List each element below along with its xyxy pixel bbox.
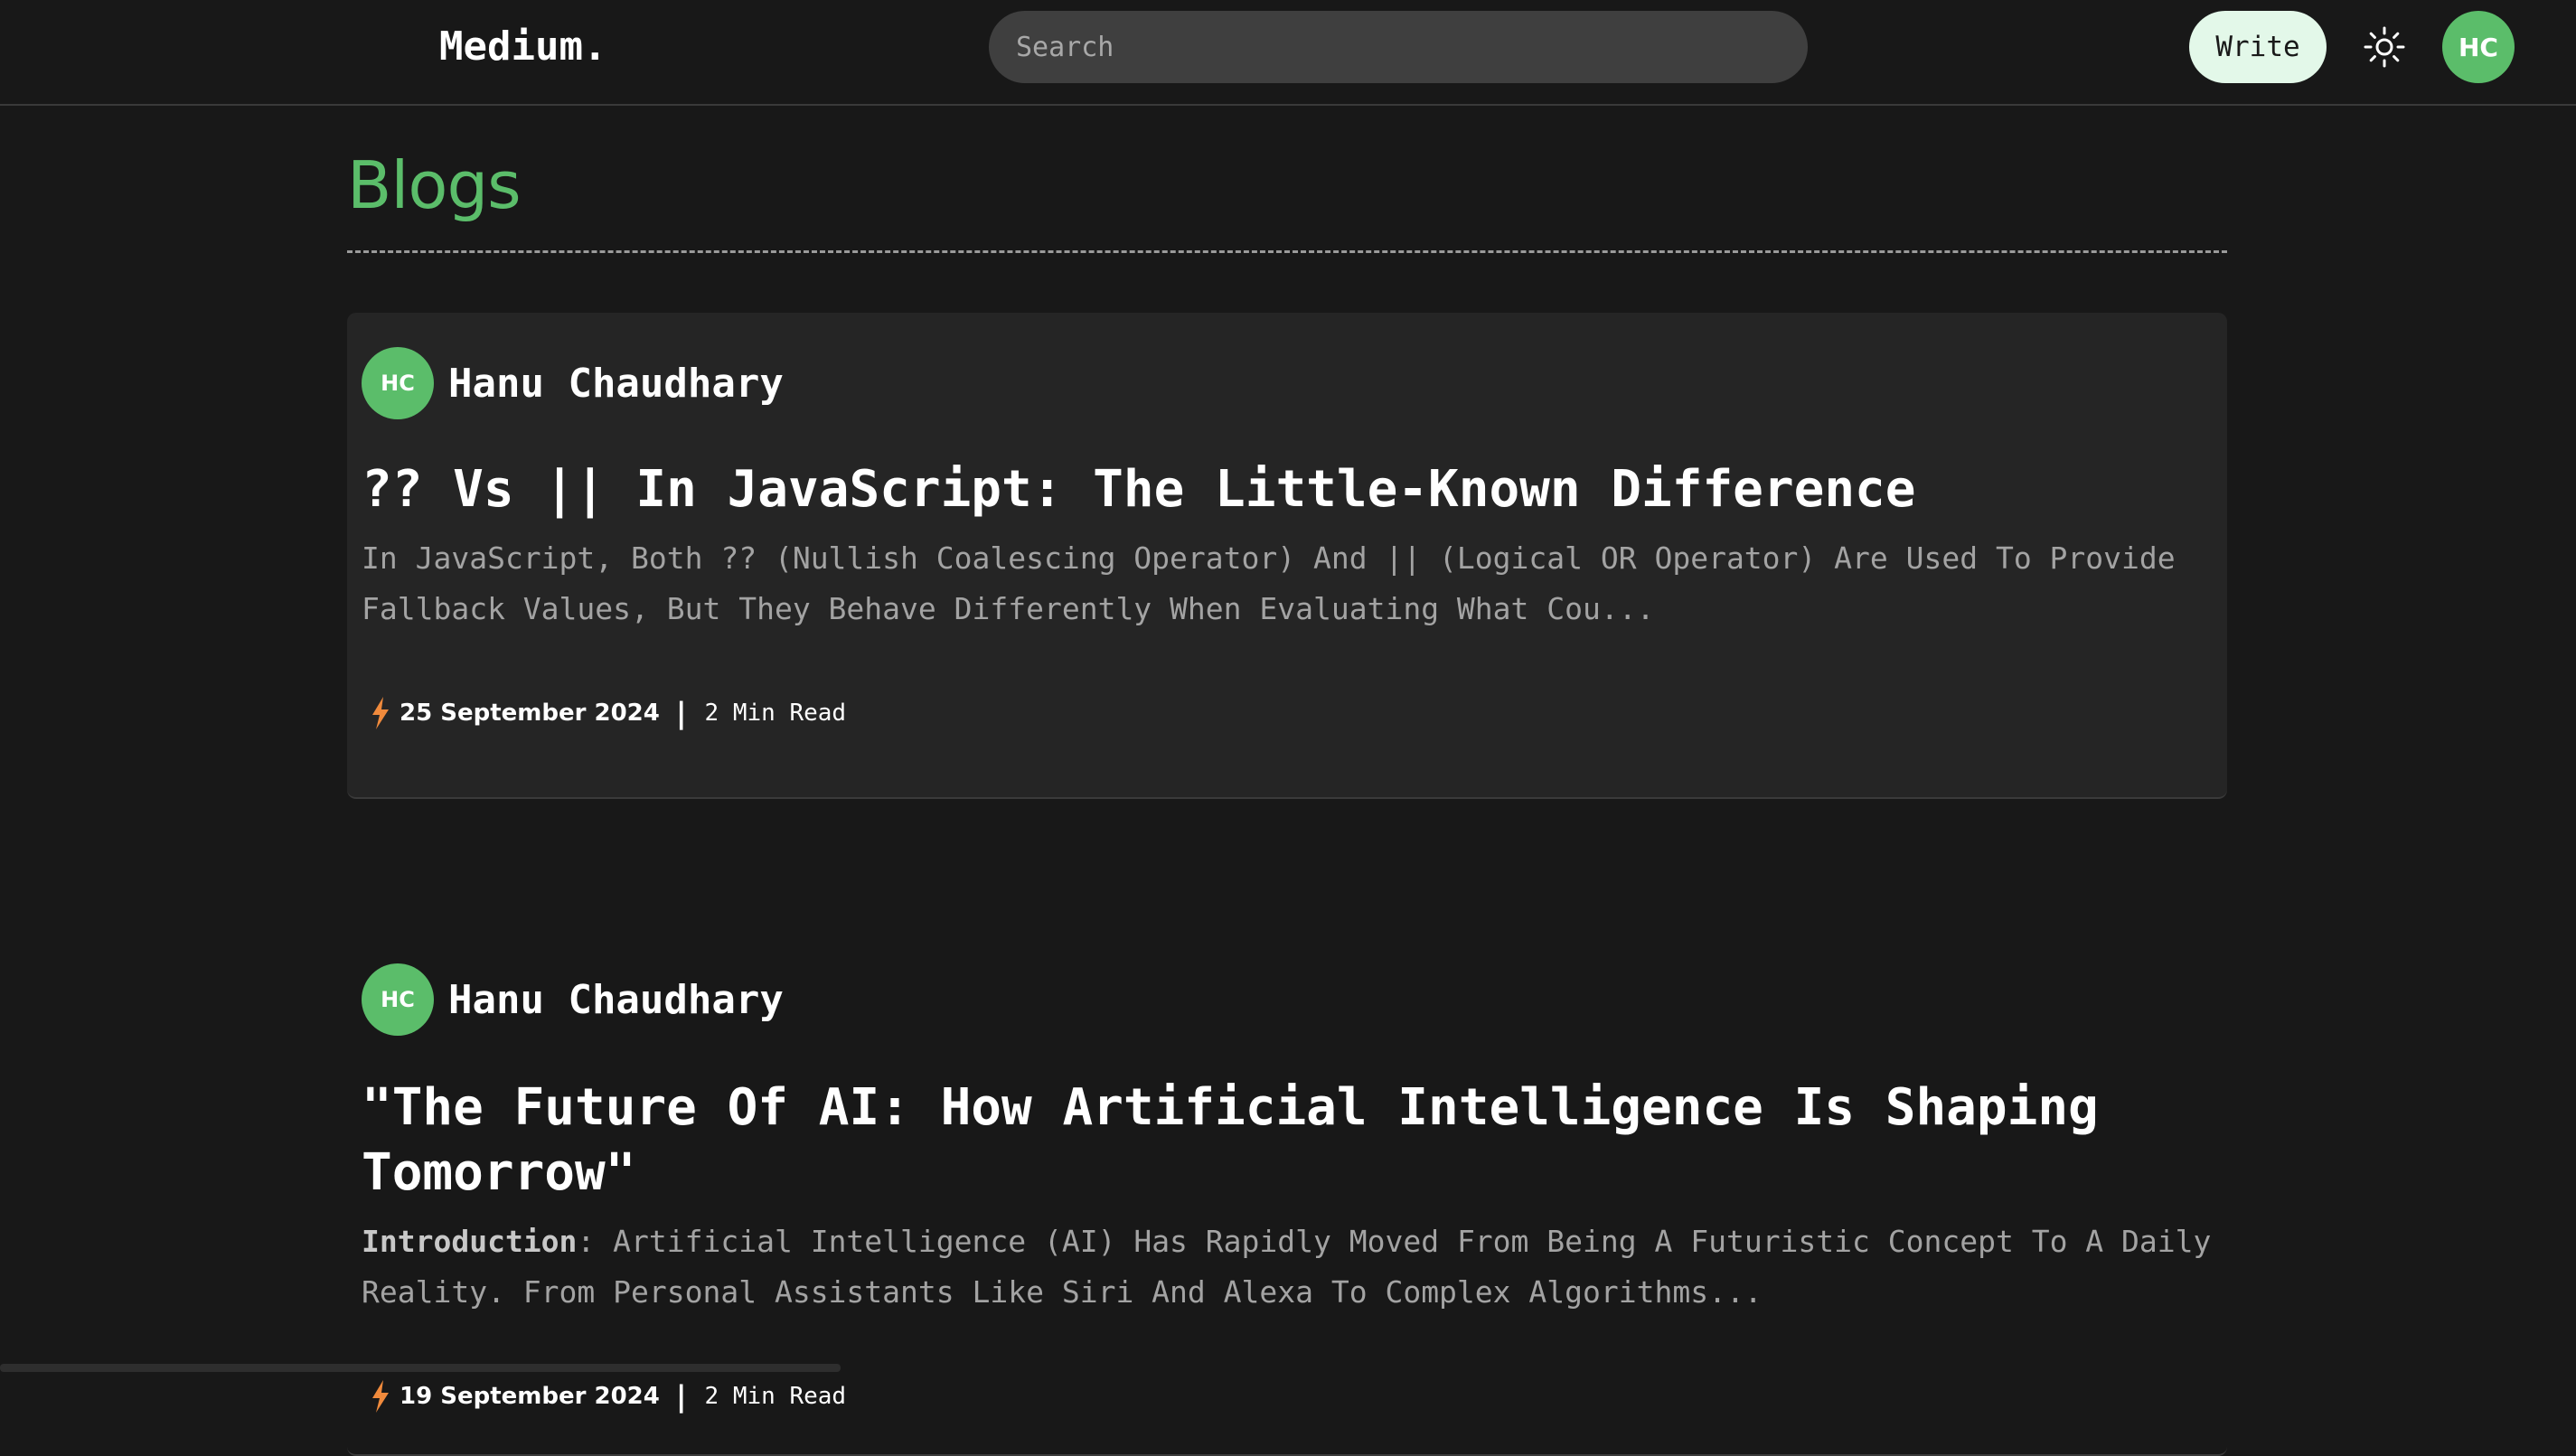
title-divider [347, 250, 2227, 253]
author-row: HC Hanu Chaudhary [362, 347, 784, 419]
theme-toggle-button[interactable] [2361, 23, 2408, 70]
author-name: Hanu Chaudhary [448, 976, 784, 1023]
user-avatar[interactable]: HC [2442, 11, 2515, 83]
post-date: 19 September 2024 [400, 1383, 660, 1410]
blog-card[interactable]: HC Hanu Chaudhary ?? Vs || In JavaScript… [347, 313, 2227, 799]
excerpt-text: : Artificial Intelligence (AI) Has Rapid… [362, 1224, 2212, 1310]
page-title: Blogs [347, 147, 522, 223]
author-avatar: HC [362, 963, 434, 1036]
post-meta: 19 September 2024 | 2 Min Read [371, 1379, 846, 1414]
write-button[interactable]: Write [2189, 11, 2327, 83]
lightning-icon [372, 1380, 389, 1413]
brand-logo[interactable]: Medium. [439, 22, 606, 72]
post-date: 25 September 2024 [400, 700, 660, 727]
lightning-icon [372, 697, 389, 729]
meta-separator: | [675, 1379, 687, 1414]
sun-icon [2364, 26, 2405, 68]
post-excerpt: In JavaScript, Both ?? (Nullish Coalesci… [362, 533, 2214, 634]
blog-card[interactable]: HC Hanu Chaudhary "The Future Of AI: How… [347, 799, 2227, 1456]
post-meta: 25 September 2024 | 2 Min Read [371, 696, 846, 730]
meta-separator: | [675, 696, 687, 730]
top-navbar: Medium. Write HC [0, 0, 2576, 106]
post-title[interactable]: ?? Vs || In JavaScript: The Little-Known… [362, 457, 2205, 522]
post-excerpt: Introduction: Artificial Intelligence (A… [362, 1216, 2214, 1318]
author-avatar: HC [362, 347, 434, 419]
excerpt-prefix: Introduction [362, 1224, 578, 1259]
post-title[interactable]: "The Future Of AI: How Artificial Intell… [362, 1076, 2205, 1206]
search-input[interactable] [989, 11, 1808, 83]
blogs-main: Blogs HC Hanu Chaudhary ?? Vs || In Java… [347, 106, 2227, 1456]
read-time: 2 Min Read [704, 700, 847, 727]
horizontal-scrollbar[interactable] [0, 1364, 841, 1372]
author-row: HC Hanu Chaudhary [362, 963, 784, 1036]
author-name: Hanu Chaudhary [448, 360, 784, 407]
excerpt-text: In JavaScript, Both ?? (Nullish Coalesci… [362, 540, 2176, 626]
read-time: 2 Min Read [704, 1383, 847, 1410]
